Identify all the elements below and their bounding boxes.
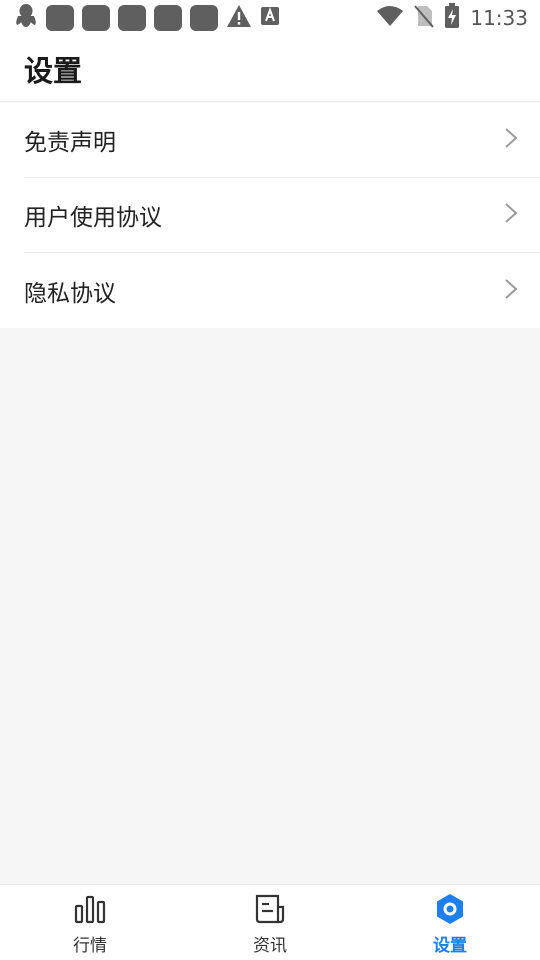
font-a-icon [260, 6, 280, 30]
bottom-nav: 行情 资讯 设置 [0, 884, 540, 960]
list-item-label: 隐私协议 [24, 280, 116, 307]
wifi-icon [376, 5, 404, 31]
app-icon [82, 5, 110, 31]
screen: 11:33 设置 免责声明 用户使用协议 隐私协议 行情 资讯 设置 [0, 0, 540, 960]
system-status: 11:33 [376, 3, 528, 33]
list-item-disclaimer[interactable]: 免责声明 [24, 103, 540, 178]
list-item-user-agreement[interactable]: 用户使用协议 [24, 178, 540, 253]
nav-label: 资讯 [253, 936, 287, 956]
list-item-label: 用户使用协议 [24, 205, 162, 231]
status-bar: 11:33 [0, 0, 540, 36]
settings-hex-icon [434, 893, 466, 929]
chevron-right-icon [504, 127, 518, 153]
app-icon [154, 5, 182, 31]
bar-chart-icon [74, 893, 106, 929]
app-icon [190, 5, 218, 31]
nav-label: 设置 [433, 936, 467, 956]
battery-charging-icon [444, 3, 460, 33]
chevron-right-icon [504, 202, 518, 228]
notification-area [14, 3, 280, 33]
nav-item-market[interactable]: 行情 [0, 885, 180, 960]
clock: 11:33 [470, 6, 528, 30]
list-item-privacy-policy[interactable]: 隐私协议 [24, 253, 540, 328]
no-sim-icon [414, 4, 435, 32]
chevron-right-icon [504, 278, 518, 304]
penguin-icon [14, 3, 38, 33]
header: 设置 [0, 36, 540, 102]
app-icon [118, 5, 146, 31]
nav-item-settings[interactable]: 设置 [360, 885, 540, 960]
warning-icon [226, 4, 252, 32]
list-item-label: 免责声明 [24, 130, 116, 156]
nav-item-news[interactable]: 资讯 [180, 885, 360, 960]
news-icon [254, 893, 286, 929]
app-icon [46, 5, 74, 31]
page-title: 设置 [24, 53, 83, 88]
settings-list: 免责声明 用户使用协议 隐私协议 [0, 103, 540, 328]
nav-label: 行情 [73, 936, 107, 956]
